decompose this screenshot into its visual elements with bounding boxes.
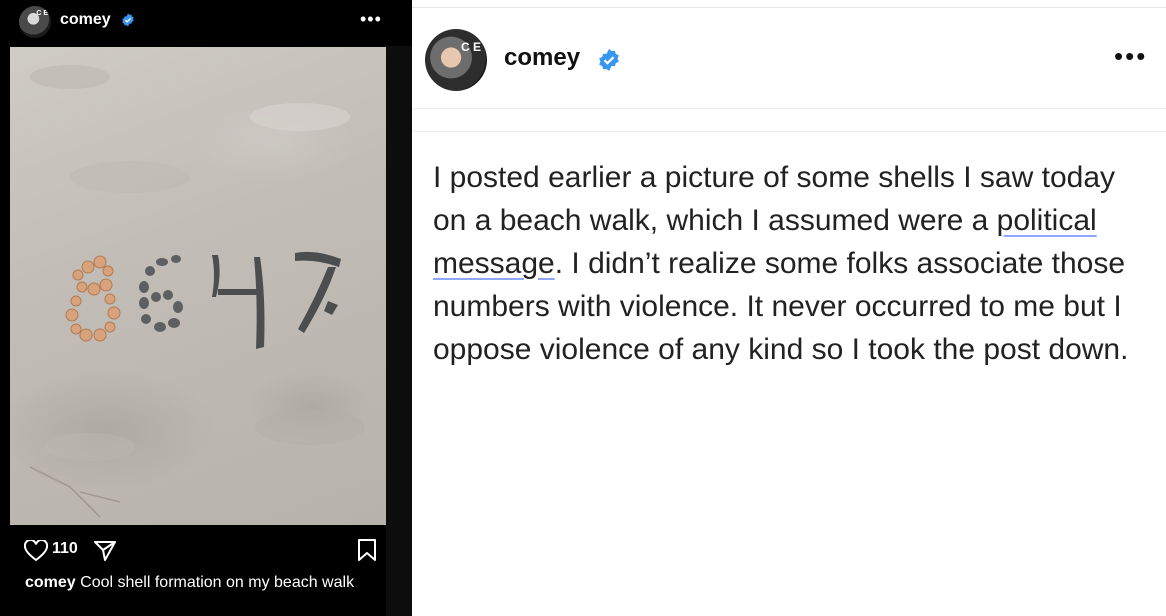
caption-username[interactable]: comey [25,574,76,591]
post-caption: comey Cool shell formation on my beach w… [25,573,375,593]
like-count: 110 [52,540,78,557]
verified-badge-icon [122,13,134,27]
underlined-word-political: political [996,204,1097,237]
more-options-icon[interactable]: ••• [1114,43,1147,69]
avatar[interactable]: C E [19,6,51,38]
post-text: I posted earlier a picture of some shell… [433,156,1148,371]
caption-text: Cool shell formation on my beach walk [80,574,355,591]
avatar-logo-text: C E [36,10,48,17]
avatar[interactable]: C E [425,29,487,91]
right-post-panel: C E comey ••• I posted earlier a picture… [412,0,1166,616]
shell-digit-4 [212,255,265,349]
share-icon[interactable] [93,538,117,562]
content-divider [412,131,1166,132]
verified-badge-icon [599,49,619,71]
top-divider [412,7,1166,8]
username[interactable]: comey [504,44,580,72]
bookmark-icon[interactable] [356,538,378,562]
shell-digit-7 [295,251,341,333]
header-divider [412,108,1166,109]
post-photo[interactable] [10,47,386,525]
avatar-logo-text: C E [460,40,481,54]
heart-icon[interactable] [24,540,48,562]
beach-shell-photo [29,65,365,518]
underlined-word-message: message [433,247,555,280]
shell-digit-6 [139,255,183,332]
background-peek [386,46,412,616]
username[interactable]: comey [60,11,111,29]
left-post-panel: C E comey ••• 110 comey Cool shell forma… [0,0,412,616]
left-post-header: C E comey ••• [0,0,386,46]
post-actions-bar [0,525,386,616]
more-options-icon[interactable]: ••• [360,10,382,28]
shell-digit-8 [65,255,121,342]
